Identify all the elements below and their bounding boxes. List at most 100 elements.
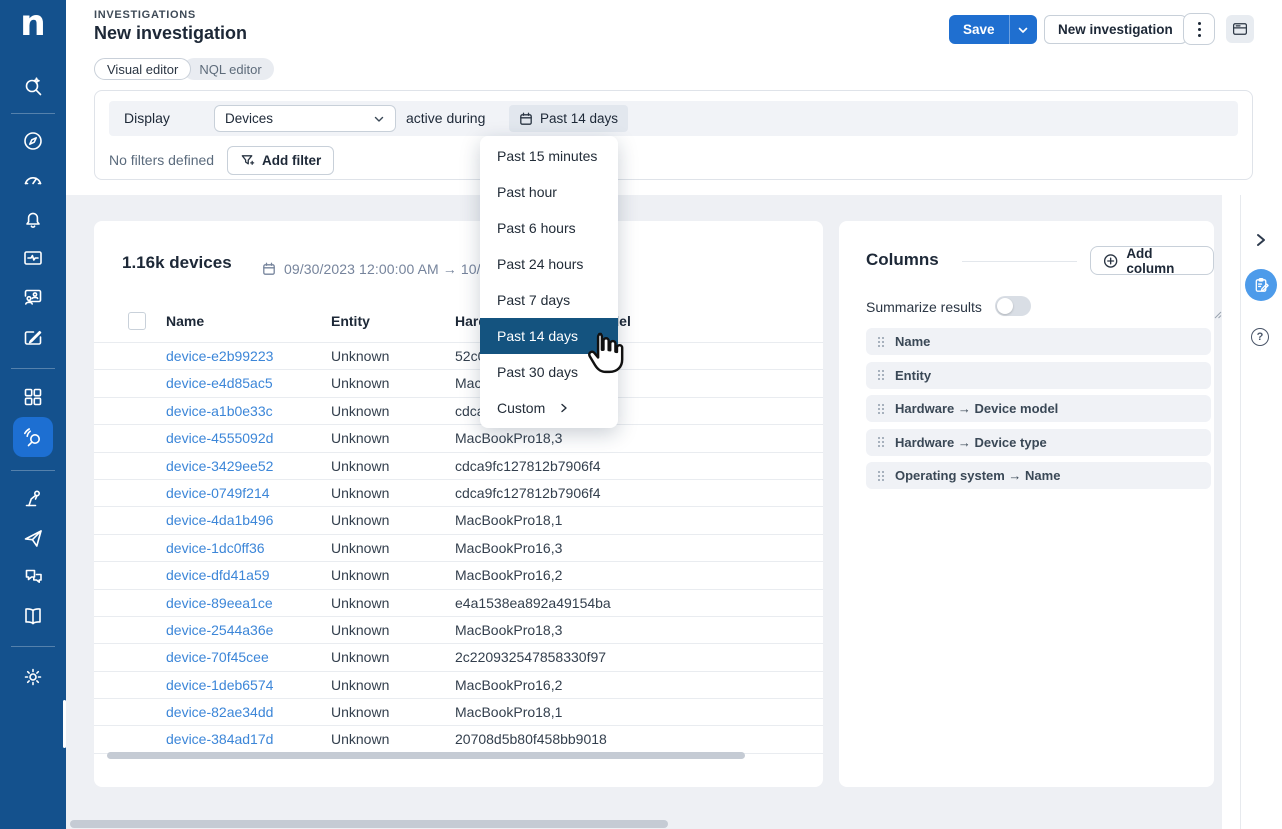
column-header-entity[interactable]: Entity	[331, 313, 370, 329]
remote-session-icon[interactable]	[21, 285, 45, 309]
table-horizontal-scrollbar[interactable]	[107, 752, 745, 759]
device-link[interactable]: device-e4d85ac5	[166, 375, 273, 391]
add-filter-button[interactable]: Add filter	[227, 146, 334, 175]
sidebar-divider	[11, 470, 55, 471]
bell-icon[interactable]	[21, 207, 45, 231]
time-range-option[interactable]: Past 15 minutes	[480, 138, 618, 174]
table-row: device-1dc0ff36 Unknown MacBookPro16,3	[94, 535, 823, 562]
collapse-panel-button[interactable]	[1253, 232, 1269, 248]
entity-cell: Unknown	[331, 622, 389, 638]
investigations-icon[interactable]	[21, 425, 45, 449]
drag-handle-icon[interactable]	[877, 436, 885, 448]
compass-icon[interactable]	[21, 129, 45, 153]
display-label: Display	[124, 110, 170, 126]
page-title: New investigation	[94, 23, 247, 44]
automation-arm-icon[interactable]	[21, 486, 45, 510]
panel-resize-handle[interactable]	[1214, 311, 1222, 319]
model-cell: e4a1538ea892a49154ba	[455, 595, 611, 611]
time-range-value: Past 14 days	[540, 111, 618, 126]
drag-handle-icon[interactable]	[877, 470, 885, 482]
table-row: device-e4d85ac5 Unknown Mac	[94, 370, 823, 397]
table-row: device-1deb6574 Unknown MacBookPro16,2	[94, 672, 823, 699]
model-cell: cdca9fc127812b7906f4	[455, 458, 601, 474]
display-row: Display Devices active during Past 14 da…	[109, 101, 1238, 136]
entity-cell: Unknown	[331, 403, 389, 419]
ai-search-icon[interactable]	[21, 74, 45, 98]
device-link[interactable]: device-1dc0ff36	[166, 540, 265, 556]
table-row: device-4da1b496 Unknown MacBookPro18,1	[94, 507, 823, 534]
column-item[interactable]: Hardware → Device type	[866, 429, 1211, 456]
assist-button[interactable]	[1245, 269, 1277, 301]
device-link[interactable]: device-70f45cee	[166, 649, 269, 665]
model-cell: MacBookPro18,3	[455, 622, 562, 638]
calendar-icon	[262, 262, 276, 276]
page-horizontal-scrollbar[interactable]	[70, 820, 668, 828]
save-split-button[interactable]: Save	[949, 15, 1037, 44]
column-header-name[interactable]: Name	[166, 313, 204, 329]
new-investigation-button[interactable]: New investigation	[1044, 15, 1187, 44]
device-link[interactable]: device-0749f214	[166, 485, 270, 501]
device-link[interactable]: device-4555092d	[166, 430, 273, 446]
save-menu-button[interactable]	[1009, 15, 1037, 44]
edit-panel-icon[interactable]	[21, 326, 45, 350]
table-row: device-a1b0e33c Unknown cdca	[94, 398, 823, 425]
column-item[interactable]: Entity	[866, 362, 1211, 389]
time-range-button[interactable]: Past 14 days	[509, 105, 628, 132]
chat-icon[interactable]	[21, 565, 45, 589]
column-item[interactable]: Hardware → Device model	[866, 395, 1211, 422]
rocket-icon[interactable]	[21, 526, 45, 550]
entity-cell: Unknown	[331, 567, 389, 583]
device-link[interactable]: device-82ae34dd	[166, 704, 273, 720]
chevron-right-icon	[1253, 232, 1269, 248]
time-range-option[interactable]: Past 7 days	[480, 282, 618, 318]
tab-visual-editor[interactable]: Visual editor	[94, 58, 191, 80]
time-range-option[interactable]: Past 24 hours	[480, 246, 618, 282]
time-range-option[interactable]: Custom	[480, 390, 618, 426]
device-link[interactable]: device-3429ee52	[166, 458, 273, 474]
drag-handle-icon[interactable]	[877, 336, 885, 348]
nexthink-logo[interactable]: n	[0, 2, 66, 46]
apps-grid-icon[interactable]	[21, 385, 45, 409]
device-link[interactable]: device-1deb6574	[166, 677, 273, 693]
device-link[interactable]: device-dfd41a59	[166, 567, 270, 583]
display-select[interactable]: Devices	[214, 105, 396, 132]
monitor-pulse-icon[interactable]	[21, 246, 45, 270]
time-range-option[interactable]: Past 6 hours	[480, 210, 618, 246]
summarize-toggle[interactable]	[995, 296, 1031, 316]
columns-panel: Columns Add column Summarize results Nam…	[839, 221, 1214, 787]
more-options-button[interactable]	[1183, 13, 1215, 45]
layout-toggle-button[interactable]	[1226, 15, 1254, 43]
device-link[interactable]: device-e2b99223	[166, 348, 273, 364]
model-cell: Mac	[455, 375, 481, 391]
column-item[interactable]: Operating system → Name	[866, 462, 1211, 489]
add-column-button[interactable]: Add column	[1090, 246, 1214, 275]
gear-icon[interactable]	[21, 665, 45, 689]
save-button[interactable]: Save	[949, 15, 1009, 44]
book-icon[interactable]	[21, 604, 45, 628]
query-builder-card: Display Devices active during Past 14 da…	[94, 90, 1253, 180]
filter-plus-icon	[240, 153, 255, 168]
device-link[interactable]: device-384ad17d	[166, 731, 273, 747]
model-cell: MacBookPro18,1	[455, 512, 562, 528]
gauge-icon[interactable]	[21, 168, 45, 192]
drag-handle-icon[interactable]	[877, 403, 885, 415]
device-link[interactable]: device-2544a36e	[166, 622, 273, 638]
help-button[interactable]: ?	[1251, 328, 1269, 346]
drag-handle-icon[interactable]	[877, 369, 885, 381]
entity-cell: Unknown	[331, 375, 389, 391]
breadcrumb: INVESTIGATIONS	[94, 9, 196, 21]
device-link[interactable]: device-89eea1ce	[166, 595, 273, 611]
column-item-label: Name	[895, 334, 930, 349]
column-item[interactable]: Name	[866, 328, 1211, 355]
select-all-checkbox[interactable]	[128, 312, 146, 330]
table-body: device-e2b99223 Unknown 52c0 device-e4d8…	[94, 342, 823, 754]
no-filters-text: No filters defined	[109, 152, 214, 168]
device-link[interactable]: device-a1b0e33c	[166, 403, 273, 419]
chevron-down-icon	[1017, 24, 1029, 36]
device-link[interactable]: device-4da1b496	[166, 512, 273, 528]
table-row: device-384ad17d Unknown 20708d5b80f458bb…	[94, 726, 823, 753]
clipboard-edit-icon	[1253, 277, 1270, 294]
tab-nql-editor[interactable]: NQL editor	[183, 58, 273, 80]
time-range-option[interactable]: Past hour	[480, 174, 618, 210]
model-cell: MacBookPro18,3	[455, 430, 562, 446]
